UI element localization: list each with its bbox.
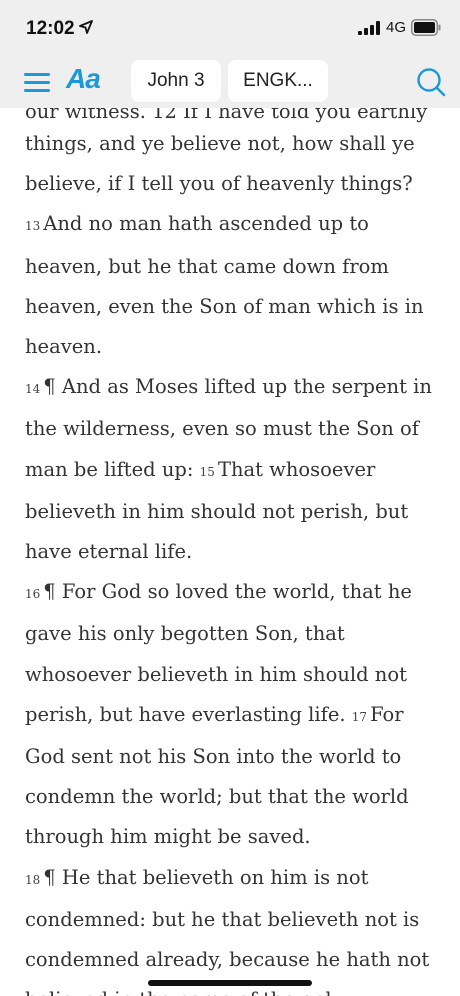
verse[interactable]: 13 And no man hath ascended up to heaven,…: [25, 212, 424, 358]
battery-icon: [411, 19, 441, 36]
status-bar: 12:02 4G: [0, 0, 460, 56]
verse-number: 17: [351, 709, 368, 724]
network-type: 4G: [386, 19, 407, 36]
version-selector[interactable]: ENGK...: [228, 60, 328, 102]
verse-container: things, and ye believe not, how shall ye…: [25, 124, 445, 996]
home-indicator[interactable]: [148, 980, 312, 986]
verse-text: He that believeth on him is not condemne…: [25, 865, 430, 996]
pilcrow-icon: ¶: [43, 580, 62, 604]
pilcrow-icon: ¶: [43, 375, 62, 399]
status-time: 12:02: [26, 18, 75, 39]
chapter-text[interactable]: our witness. 12 If I have told you earth…: [0, 108, 460, 996]
verse[interactable]: things, and ye believe not, how shall ye…: [25, 132, 415, 195]
verse-number: 13: [25, 219, 41, 234]
book-chapter-selector[interactable]: John 3: [131, 60, 221, 102]
location-arrow-icon: [79, 20, 93, 34]
verse-text: And no man hath ascended up to heaven, b…: [25, 212, 424, 359]
verse-number: 16: [25, 587, 41, 602]
verse[interactable]: 18 ¶ He that believeth on him is not cond…: [25, 866, 429, 996]
font-settings-button[interactable]: Aa: [66, 63, 101, 97]
verse-text: things, and ye believe not, how shall ye…: [25, 132, 415, 196]
verse-number: 14: [25, 382, 41, 397]
pilcrow-icon: ¶: [43, 865, 62, 889]
reader-toolbar: Aa John 3 ENGK...: [0, 56, 460, 108]
search-icon[interactable]: [416, 67, 446, 97]
cellular-signal-icon: [358, 21, 380, 35]
hamburger-icon[interactable]: [24, 70, 50, 94]
verse-number: 18: [25, 872, 41, 887]
verse-number: 15: [199, 464, 215, 479]
